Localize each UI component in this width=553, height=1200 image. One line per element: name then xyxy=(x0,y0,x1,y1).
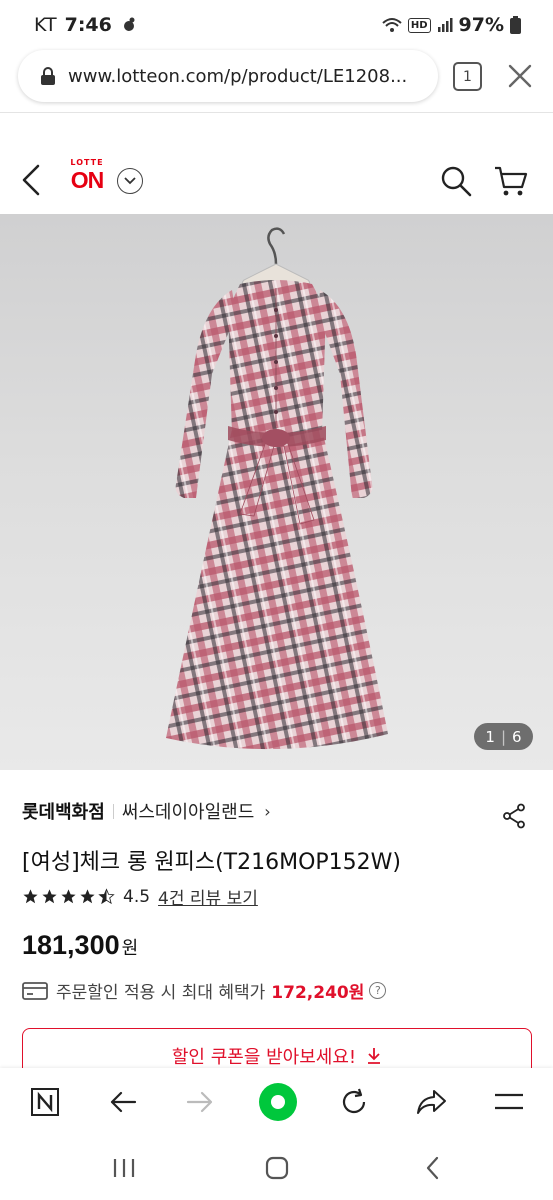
help-icon[interactable]: ? xyxy=(369,982,387,999)
menu-glyph-icon xyxy=(495,1093,523,1110)
star-full-icon xyxy=(61,889,76,904)
share-arrow-glyph-icon xyxy=(417,1090,446,1114)
logo-dropdown-button[interactable] xyxy=(117,168,143,194)
system-nav-bar xyxy=(0,1138,553,1200)
rating-score: 4.5 xyxy=(123,886,151,907)
back-chevron-icon[interactable] xyxy=(18,163,44,197)
battery-percent: 97% xyxy=(458,14,504,36)
clock: 7:46 xyxy=(64,14,112,36)
rating-row: 4.5 4건 리뷰 보기 xyxy=(22,884,258,909)
back-arrow-icon[interactable] xyxy=(106,1085,140,1119)
currency-label: 원 xyxy=(121,938,139,959)
price-row: 181,300 원 xyxy=(22,930,138,961)
search-icon[interactable] xyxy=(440,165,472,197)
hd-voice-badge: HD xyxy=(407,17,431,33)
status-right: HD 97% xyxy=(382,14,521,36)
lock-icon xyxy=(41,67,55,85)
tab-count-button[interactable]: 1 xyxy=(453,62,482,91)
coupon-button-label: 할인 쿠폰을 받아보세요! xyxy=(171,1047,357,1068)
home-icon[interactable] xyxy=(262,1155,292,1181)
rating-stars xyxy=(22,888,115,905)
nav-back-icon[interactable] xyxy=(418,1155,448,1181)
star-full-icon xyxy=(42,889,57,904)
status-left: KT 7:46 xyxy=(34,14,138,36)
chevron-right-icon: › xyxy=(264,801,271,821)
address-bar[interactable]: www.lotteon.com/p/product/LE1208... xyxy=(18,50,438,102)
chevron-down-icon xyxy=(124,177,136,185)
reviews-link[interactable]: 4건 리뷰 보기 xyxy=(158,884,258,909)
back-arrow-glyph-icon xyxy=(110,1091,137,1113)
lotteon-logo[interactable]: LOTTE ON xyxy=(63,158,111,198)
brand-row[interactable]: 롯데백화점 써스데이아일랜드 › xyxy=(22,798,271,824)
logo-main-text: ON xyxy=(70,167,105,193)
star-full-icon xyxy=(23,889,38,904)
carrier: KT xyxy=(34,14,57,36)
url-text[interactable]: www.lotteon.com/p/product/LE1208... xyxy=(68,66,418,87)
recent-apps-icon[interactable] xyxy=(109,1155,139,1181)
naver-n-glyph-icon xyxy=(31,1088,59,1116)
brand-divider xyxy=(112,803,114,819)
image-counter-separator: | xyxy=(500,727,507,746)
naver-n-icon[interactable] xyxy=(28,1085,62,1119)
dress-image xyxy=(166,227,388,750)
image-counter-total: 6 xyxy=(512,727,522,746)
forward-arrow-icon[interactable] xyxy=(183,1085,217,1119)
reload-icon[interactable] xyxy=(337,1085,371,1119)
green-dot-glyph-icon xyxy=(259,1083,297,1121)
status-bar: KT 7:46 HD 97% xyxy=(0,0,553,50)
image-counter: 1 | 6 xyxy=(474,723,533,750)
notification-icon xyxy=(123,17,135,31)
close-icon[interactable] xyxy=(506,62,534,90)
logo-top-text: LOTTE xyxy=(70,158,104,167)
battery-icon xyxy=(510,16,521,34)
reload-glyph-icon xyxy=(342,1088,366,1114)
benefit-text: 주문할인 적용 시 최대 혜택가 xyxy=(56,983,266,1003)
divider xyxy=(0,112,553,113)
browser-toolbar xyxy=(0,1068,553,1138)
store-name[interactable]: 써스데이아일랜드 xyxy=(122,798,254,824)
menu-icon[interactable] xyxy=(492,1085,526,1119)
cart-icon[interactable] xyxy=(494,165,528,197)
share-arrow-icon[interactable] xyxy=(414,1085,448,1119)
site-header: LOTTE ON xyxy=(0,145,553,215)
product-image[interactable] xyxy=(0,214,553,770)
product-title: [여성]체크 롱 원피스(T216MOP152W) xyxy=(22,850,401,875)
wifi-icon xyxy=(382,18,402,32)
share-icon[interactable] xyxy=(502,803,526,829)
star-full-icon xyxy=(80,889,95,904)
home-green-dot-icon[interactable] xyxy=(258,1082,298,1122)
star-half-icon xyxy=(98,888,115,905)
benefit-price: 172,240원 xyxy=(271,983,365,1003)
price: 181,300 xyxy=(22,930,120,960)
forward-arrow-glyph-icon xyxy=(186,1091,213,1113)
download-arrow-icon xyxy=(368,1048,381,1064)
brand-name[interactable]: 롯데백화점 xyxy=(22,798,105,824)
signal-icon xyxy=(437,18,453,32)
benefit-row: 주문할인 적용 시 최대 혜택가 172,240원 ? xyxy=(22,978,387,1003)
image-counter-current: 1 xyxy=(485,727,495,746)
credit-card-icon xyxy=(22,981,48,1000)
